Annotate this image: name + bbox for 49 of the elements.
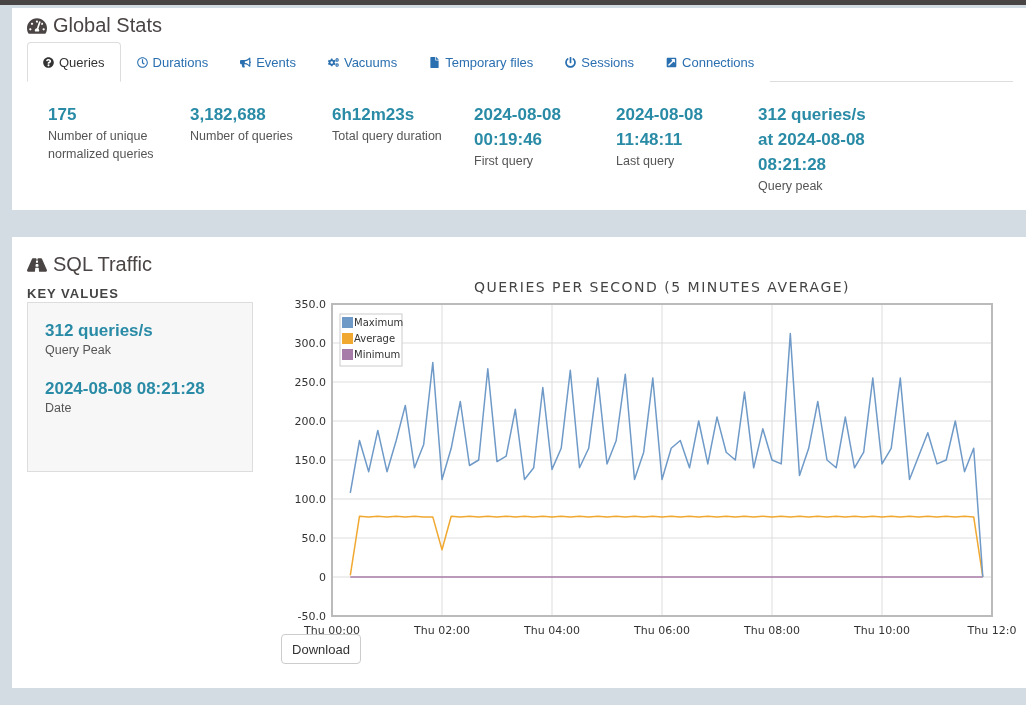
stat-value: 312 queries/s at 2024-08-08 08:21:28	[758, 104, 867, 176]
stat-value: 6h12m23s	[332, 104, 416, 126]
chart-title: QUERIES PER SECOND (5 MINUTES AVERAGE)	[473, 279, 851, 295]
dashboard-icon	[27, 15, 47, 36]
stat-value: 3,182,688	[190, 104, 267, 126]
stat-label: Last query	[616, 153, 676, 170]
key-label: Query Peak	[45, 343, 112, 357]
download-button[interactable]: Download	[281, 634, 361, 664]
section-title: SQL Traffic	[53, 253, 152, 276]
stat-value: 175	[48, 104, 78, 126]
external-link-icon	[666, 56, 678, 68]
y-tick-label: 250.0	[294, 376, 326, 389]
x-tick-label: Thu 06:00	[634, 624, 690, 634]
stat-label: Query peak	[758, 178, 824, 195]
legend-label: Maximum	[354, 317, 404, 328]
x-tick-label: Thu 00:00	[304, 624, 360, 634]
section-title: Global Stats	[53, 14, 162, 37]
y-tick-label: 200.0	[294, 415, 326, 428]
stat-value: 2024-08-08 00:19:46	[474, 104, 562, 151]
stat-label: First query	[474, 153, 535, 170]
key-value: 312 queries/s	[45, 321, 154, 341]
y-tick-label: 150.0	[294, 454, 326, 467]
x-tick-label: Thu 02:00	[414, 624, 470, 634]
question-icon	[43, 56, 54, 68]
y-tick-label: 300.0	[294, 337, 326, 350]
power-icon	[565, 56, 577, 68]
y-tick-label: -50.0	[297, 610, 326, 623]
key-label: Date	[45, 401, 73, 415]
x-tick-label: Thu 10:00	[854, 624, 910, 634]
key-value: 2024-08-08 08:21:28	[45, 379, 206, 399]
legend-label: Minimum	[354, 349, 401, 360]
stat-label: Total query duration	[332, 128, 443, 145]
clock-icon	[136, 56, 148, 68]
file-icon	[429, 56, 441, 68]
stat-label: Number of queries	[190, 128, 294, 145]
y-tick-label: 50.0	[301, 532, 326, 545]
tab[interactable]: Queries	[27, 42, 121, 82]
megaphone-icon	[240, 56, 252, 68]
x-tick-label: Thu 04:00	[524, 624, 580, 634]
x-tick-label: Thu 12:0	[967, 624, 1017, 634]
y-tick-label: 100.0	[294, 493, 326, 506]
y-tick-label: 0	[319, 571, 326, 584]
stat-value: 2024-08-08 11:48:11	[616, 104, 704, 151]
gears-icon	[327, 56, 339, 68]
key-values-heading: KEY VALUES	[27, 286, 120, 301]
y-tick-label: 350.0	[294, 298, 326, 311]
legend-label: Average	[354, 333, 396, 344]
x-tick-label: Thu 08:00	[744, 624, 800, 634]
stat-label: Number of unique normalized queries	[48, 128, 155, 163]
